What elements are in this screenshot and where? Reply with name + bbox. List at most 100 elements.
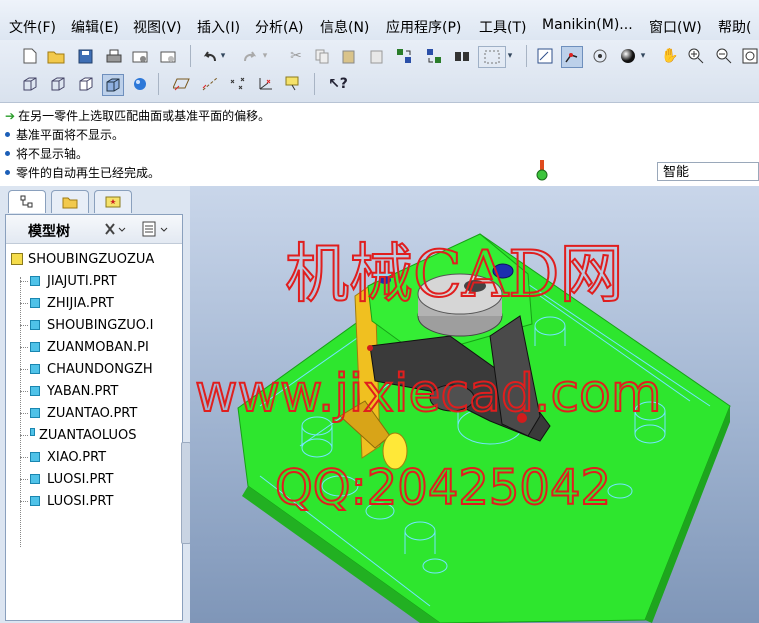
model-tree-header: 模型树 [6,215,182,244]
menu-info[interactable]: 信息(N) [320,17,369,37]
menu-manikin[interactable]: Manikin(M)... [542,17,633,33]
regenerate-icon[interactable] [394,46,414,66]
datum-axes-icon[interactable] [200,74,220,94]
find-icon[interactable] [452,46,472,66]
repaint-icon[interactable] [535,46,555,66]
tree-item[interactable]: YABAN.PRT [20,380,118,402]
menu-help[interactable]: 帮助( [718,17,751,37]
part-icon [30,496,40,506]
pan-hand-icon[interactable]: ✋ [660,46,680,66]
datum-planes-icon[interactable] [172,74,192,94]
undo-icon[interactable] [200,46,220,66]
model-tree: 模型树 SHOUBINGZUOZUA JIAJUTI.PRT ZHIJIA.PR… [5,214,183,621]
datum-points-icon[interactable] [228,74,248,94]
regen-manager-icon[interactable] [424,46,444,66]
menu-analysis[interactable]: 分析(A) [255,17,304,37]
selection-filter-value: 智能 [663,165,690,180]
menu-insert[interactable]: 插入(I) [197,17,240,37]
wireframe-icon[interactable] [20,74,40,94]
cylinder-hole [464,280,486,292]
menu-edit[interactable]: 编辑(E) [71,17,119,37]
tree-item[interactable]: LUOSI.PRT [20,468,113,490]
select-dropdown-icon[interactable]: ▾ [505,46,515,66]
tree-item[interactable]: SHOUBINGZUO.I [20,314,153,336]
tab-favorites[interactable] [94,190,132,213]
menu-view[interactable]: 视图(V) [133,17,182,37]
model-tree-title: 模型树 [28,224,70,240]
tree-item-label: YABAN.PRT [47,383,119,399]
red-pin [367,345,373,351]
menu-applications[interactable]: 应用程序(P) [386,17,461,37]
shading-icon[interactable] [102,74,124,96]
tree-item[interactable]: CHAUNDONGZH [20,358,153,380]
tree-item-label: XIAO.PRT [47,449,107,465]
select-box-icon[interactable] [478,46,506,68]
tree-item[interactable]: XIAO.PRT [20,446,106,468]
tree-item[interactable]: ZUANTAOLUOS [20,424,136,446]
menu-file[interactable]: 文件(F) [9,17,56,37]
paste-special-icon[interactable] [366,46,386,66]
regen-status-icon[interactable] [536,160,548,186]
appearance-sphere-icon[interactable] [618,46,638,66]
tree-item-label: JIAJUTI.PRT [47,273,117,289]
context-help-icon[interactable]: ↖? [328,74,348,94]
tree-item-label: LUOSI.PRT [47,493,114,509]
tree-root-assembly[interactable]: SHOUBINGZUOZUA [11,248,154,270]
menu-window[interactable]: 窗口(W) [649,17,702,37]
copy-icon[interactable] [312,46,332,66]
tab-model-tree[interactable] [8,190,46,213]
red-pin [517,413,527,423]
tree-item[interactable]: ZUANTAO.PRT [20,402,137,424]
appearance-dropdown-icon[interactable]: ▾ [638,46,648,66]
model-tree-icon [20,195,33,208]
part-icon [30,386,40,396]
tree-item[interactable]: JIAJUTI.PRT [20,270,117,292]
tree-item[interactable]: LUOSI.PRT [20,490,113,512]
tree-item-label: ZUANTAO.PRT [47,405,138,421]
tree-item-label: ZUANMOBAN.PI [47,339,149,355]
lever-hub [429,384,475,412]
refit-icon[interactable] [740,46,759,66]
favorites-icon [105,196,121,208]
tree-item-label: ZHIJIA.PRT [47,295,114,311]
hidden-line-icon[interactable] [48,74,68,94]
selection-filter-dropdown[interactable]: 智能 [657,162,759,181]
redo-icon[interactable] [240,46,260,66]
menu-tools[interactable]: 工具(T) [479,17,526,37]
navigator-panel: 模型树 SHOUBINGZUOZUA JIAJUTI.PRT ZHIJIA.PR… [0,186,191,623]
redo-dropdown-icon[interactable]: ▾ [260,46,270,66]
tree-show-icon[interactable] [141,220,171,242]
tree-item-label: SHOUBINGZUOZUA [28,251,155,267]
no-hidden-icon[interactable] [76,74,96,94]
cut-icon[interactable]: ✂ [286,46,306,66]
blue-screw [379,276,391,284]
paste-icon[interactable] [338,46,358,66]
part-icon [30,298,40,308]
tree-item-label: SHOUBINGZUO.I [47,317,154,333]
tree-item[interactable]: ZUANMOBAN.PI [20,336,149,358]
message-text: 将不显示轴。 [16,147,89,161]
folder-browser-icon [62,197,78,209]
save-icon[interactable] [75,46,95,66]
cad-model[interactable] [190,186,759,623]
zoom-out-icon[interactable] [714,46,734,66]
undo-dropdown-icon[interactable]: ▾ [218,46,228,66]
message-text: 零件的自动再生已经完成。 [16,166,161,180]
yellow-pin [382,432,408,470]
spin-center-icon[interactable] [561,46,583,68]
print-icon[interactable] [104,46,124,66]
send-mail-icon[interactable] [130,46,150,66]
send-link-icon[interactable] [158,46,178,66]
annotation-icon[interactable] [284,74,304,94]
open-folder-icon[interactable] [46,46,66,66]
coord-systems-icon[interactable] [256,74,276,94]
tab-folder-browser[interactable] [51,190,89,213]
orient-mode-icon[interactable] [590,46,610,66]
tree-settings-icon[interactable] [103,220,127,242]
zoom-in-icon[interactable] [686,46,706,66]
model-appearance-icon[interactable] [130,74,150,94]
new-file-icon[interactable] [20,46,40,66]
tree-item[interactable]: ZHIJIA.PRT [20,292,114,314]
graphics-window[interactable]: 机械CAD网 www.jixiecad.com QQ:20425042 [190,186,759,623]
part-icon [30,408,40,418]
